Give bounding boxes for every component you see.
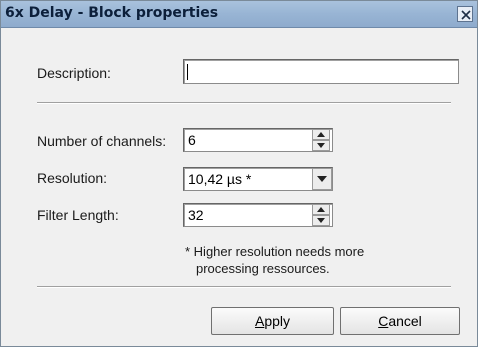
channels-spin-down[interactable]	[312, 140, 330, 151]
filter-length-value: 32	[188, 207, 204, 223]
apply-accelerator: A	[254, 313, 265, 329]
channels-input[interactable]: 6	[183, 128, 333, 152]
dialog-window: 6x Delay - Block properties Description:…	[0, 0, 478, 347]
close-button[interactable]	[457, 6, 473, 22]
spin-up-arrow-icon	[317, 132, 325, 137]
filter-length-input[interactable]: 32	[183, 203, 333, 227]
title-bar[interactable]: 6x Delay - Block properties	[1, 1, 477, 28]
filter-length-label: Filter Length:	[37, 207, 119, 223]
apply-button[interactable]: Apply	[211, 307, 334, 335]
filter-length-spin-down[interactable]	[312, 215, 330, 226]
top-divider	[37, 102, 451, 104]
channels-spin-up[interactable]	[312, 129, 330, 140]
spin-down-arrow-icon	[317, 218, 325, 223]
channels-value: 6	[188, 132, 196, 148]
bottom-divider	[37, 286, 451, 288]
close-icon	[461, 10, 471, 20]
chevron-down-icon	[317, 176, 327, 182]
description-input[interactable]	[183, 59, 459, 84]
spin-down-arrow-icon	[317, 143, 325, 148]
text-caret	[187, 64, 188, 80]
resolution-note-line1: * Higher resolution needs more	[185, 244, 365, 259]
resolution-dropdown-button[interactable]	[312, 168, 332, 190]
cancel-button[interactable]: Cancel	[340, 307, 460, 335]
spin-up-arrow-icon	[317, 207, 325, 212]
resolution-select[interactable]: 10,42 µs *	[183, 167, 333, 191]
resolution-value: 10,42 µs *	[188, 171, 252, 187]
cancel-accelerator: C	[378, 313, 389, 329]
filter-length-spin-up[interactable]	[312, 204, 330, 215]
resolution-label: Resolution:	[37, 170, 108, 186]
cancel-label: ancel	[388, 313, 422, 329]
window-title: 6x Delay - Block properties	[5, 5, 219, 21]
channels-spinner	[312, 129, 330, 151]
filter-length-spinner	[312, 204, 330, 226]
resolution-note-line2: processing ressources.	[196, 261, 330, 276]
apply-label: pply	[264, 313, 291, 329]
channels-label: Number of channels:	[37, 133, 167, 149]
description-label: Description:	[37, 65, 111, 81]
